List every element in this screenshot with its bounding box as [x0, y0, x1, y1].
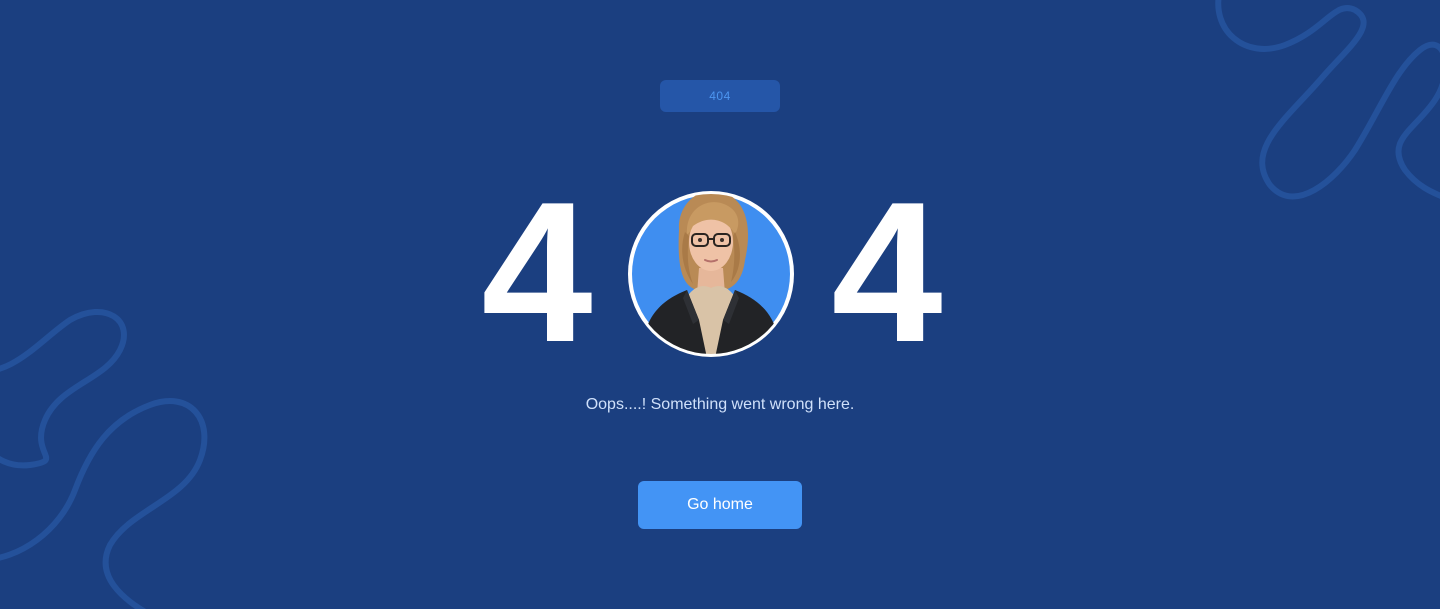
squiggle-decoration-bottom-left — [0, 308, 208, 609]
go-home-button[interactable]: Go home — [638, 481, 802, 529]
error-page: 404 4 4 Oops....! Something went wrong h… — [0, 0, 1440, 609]
error-digit-first: 4 — [481, 161, 593, 384]
error-message: Oops....! Something went wrong here. — [585, 396, 855, 413]
squiggle-decoration-top-right — [1215, 0, 1440, 200]
person-portrait-icon — [628, 191, 794, 357]
error-digit-last: 4 — [831, 161, 943, 384]
avatar — [627, 190, 795, 358]
error-code-badge: 404 — [660, 80, 780, 112]
